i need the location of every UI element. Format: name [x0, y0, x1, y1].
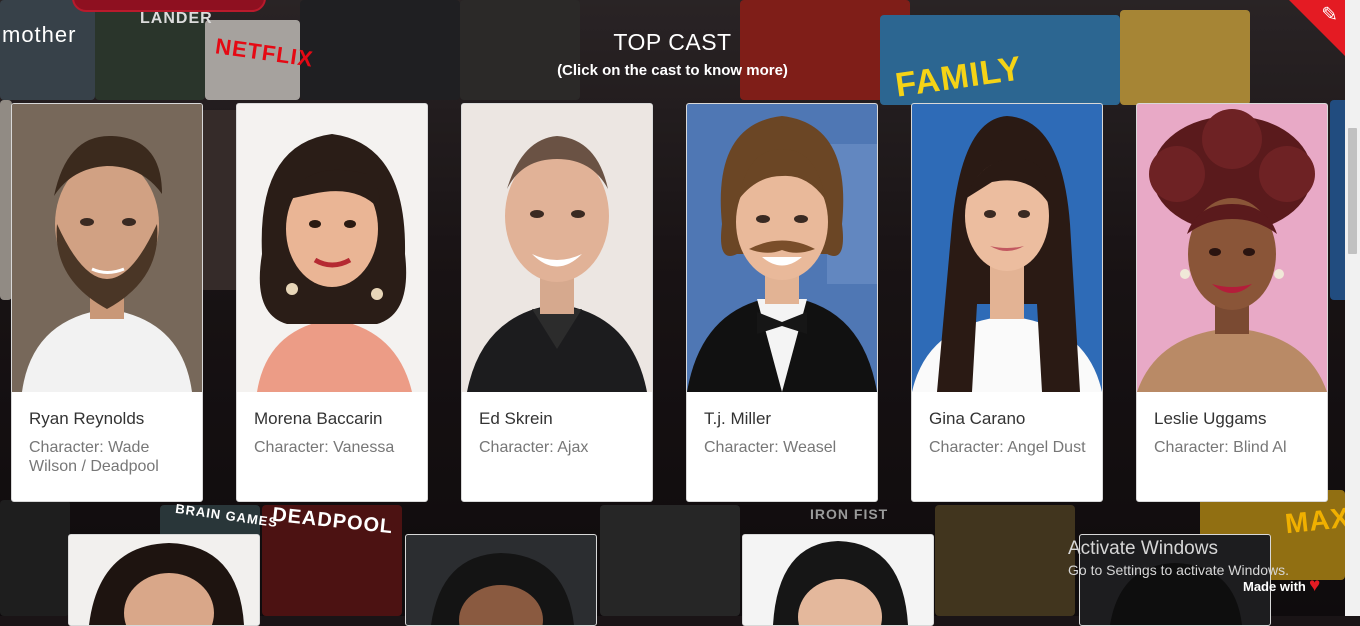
cast-character: Character: Angel Dust — [929, 439, 1086, 456]
cast-character: Character: Wade Wilson / Deadpool — [29, 439, 159, 475]
cast-card-tj-miller[interactable]: T.j. Miller Character: Weasel — [686, 103, 878, 502]
scrollbar-thumb[interactable] — [1348, 128, 1357, 254]
section-title: TOP CAST — [613, 29, 732, 55]
cast-character: Character: Vanessa — [254, 439, 395, 456]
cast-card-row2-2[interactable] — [405, 534, 597, 626]
bg-word-max: MAX — [1283, 501, 1345, 540]
cast-card-gina-carano[interactable]: Gina Carano Character: Angel Dust — [911, 103, 1103, 502]
cast-photo — [1137, 104, 1327, 392]
cast-card-morena-baccarin[interactable]: Morena Baccarin Character: Vanessa — [236, 103, 428, 502]
cast-photo — [743, 535, 933, 625]
watermark-title: Activate Windows — [1068, 538, 1218, 559]
cast-card-row2-3[interactable] — [742, 534, 934, 626]
bg-word-iron-fist: IRON FIST — [810, 506, 889, 522]
cast-photo — [69, 535, 259, 625]
top-banner-edge — [72, 0, 266, 12]
cast-character: Character: Weasel — [704, 439, 837, 456]
cast-card-row2-1[interactable] — [68, 534, 260, 626]
cast-photo — [912, 104, 1102, 392]
cast-card-leslie-uggams[interactable]: Leslie Uggams Character: Blind Al — [1136, 103, 1328, 502]
cast-name: Morena Baccarin — [254, 409, 383, 428]
section-subtitle: (Click on the cast to know more) — [557, 62, 788, 79]
cast-name: Leslie Uggams — [1154, 409, 1267, 428]
cast-character: Character: Blind Al — [1154, 439, 1287, 456]
made-with-label: Made with — [1243, 579, 1306, 594]
bg-word-lander: LANDER — [140, 10, 213, 27]
cast-name: Ryan Reynolds — [29, 409, 145, 428]
cast-photo — [687, 104, 877, 392]
cast-name: T.j. Miller — [704, 409, 772, 428]
cast-name: Ed Skrein — [479, 409, 553, 428]
cast-name: Gina Carano — [929, 409, 1026, 428]
cast-character: Character: Ajax — [479, 439, 589, 456]
cast-photo — [12, 104, 202, 392]
cast-card-ryan-reynolds[interactable]: Ryan Reynolds Character: Wade Wilson / D… — [11, 103, 203, 502]
heart-icon: ♥ — [1309, 575, 1321, 596]
cast-photo — [237, 104, 427, 392]
activate-windows-watermark: Activate Windows Go to Settings to activ… — [1068, 538, 1289, 578]
cast-photo — [462, 104, 652, 392]
cast-photo — [406, 535, 596, 625]
share-icon[interactable]: ✎ — [1321, 2, 1338, 27]
scrollbar[interactable] — [1345, 0, 1360, 616]
watermark-subtitle: Go to Settings to activate Windows. — [1068, 562, 1289, 578]
cast-card-ed-skrein[interactable]: Ed Skrein Character: Ajax — [461, 103, 653, 502]
